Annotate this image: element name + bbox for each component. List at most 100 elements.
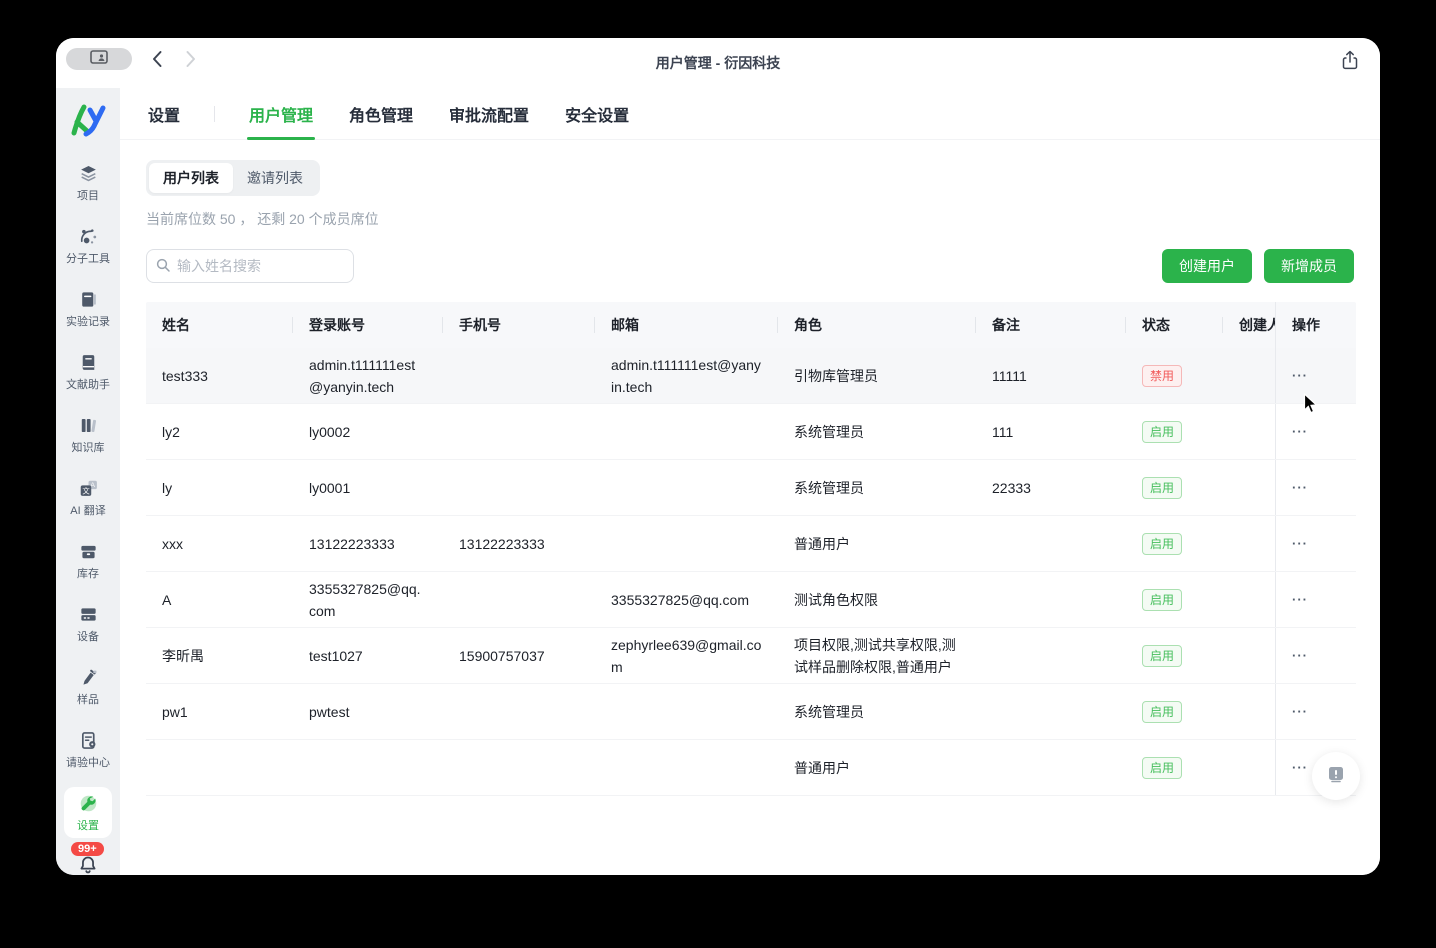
sidebar-item-inspection-center[interactable]: 请验中心 <box>60 730 116 770</box>
tab-角色管理[interactable]: 角色管理 <box>347 88 415 140</box>
cell-name: pw1 <box>146 701 293 723</box>
share-icon <box>1341 50 1359 75</box>
add-member-button[interactable]: 新增成员 <box>1264 249 1354 283</box>
row-actions-button[interactable]: ··· <box>1292 365 1308 387</box>
table-row[interactable]: ly2 ly0002 系统管理员 111 启用 ··· <box>146 404 1356 460</box>
library-icon <box>78 415 99 436</box>
window-user-icon <box>90 50 108 69</box>
cell-actions: ··· <box>1275 572 1356 627</box>
cell-name: A <box>146 589 293 611</box>
tab-switcher-pill[interactable] <box>66 48 132 70</box>
sample-icon <box>78 667 99 688</box>
sidebar-item-label: AI 翻译 <box>70 502 105 518</box>
row-actions-button[interactable]: ··· <box>1292 589 1308 611</box>
cell-actions: ··· <box>1275 404 1356 459</box>
bell-icon <box>77 863 99 875</box>
sidebar-item-inventory[interactable]: 库存 <box>60 541 116 581</box>
tab-安全设置[interactable]: 安全设置 <box>563 88 631 140</box>
tab-divider <box>214 106 215 122</box>
sidebar-item-experiment-records[interactable]: 实验记录 <box>60 289 116 329</box>
seats-summary: 当前席位数 50 ， 还剩 20 个成员席位 <box>146 209 1354 229</box>
cell-role: 系统管理员 <box>778 421 976 443</box>
sidebar-item-equipment[interactable]: 设备 <box>60 604 116 644</box>
sidebar-item-ai-translate[interactable]: A文 AI 翻译 <box>60 478 116 518</box>
cell-name: test333 <box>146 365 293 387</box>
sidebar-item-knowledge-base[interactable]: 知识库 <box>60 415 116 455</box>
yanyin-logo-icon[interactable] <box>68 102 108 140</box>
sidebar-item-samples[interactable]: 样品 <box>60 667 116 707</box>
tab-审批流配置[interactable]: 审批流配置 <box>447 88 531 140</box>
svg-text:文: 文 <box>82 486 90 495</box>
notification-badge: 99+ <box>71 842 104 856</box>
row-actions-button[interactable]: ··· <box>1292 757 1308 779</box>
forward-button[interactable] <box>178 46 204 72</box>
window-title: 用户管理 - 衍因科技 <box>56 53 1380 73</box>
cell-actions: ··· <box>1275 348 1356 403</box>
cell-phone: 13122223333 <box>443 533 595 555</box>
tab-settings[interactable]: 设置 <box>146 88 182 140</box>
cell-name: ly2 <box>146 421 293 443</box>
qc-icon <box>78 730 99 751</box>
row-actions-button[interactable]: ··· <box>1292 701 1308 723</box>
status-badge: 启用 <box>1142 533 1182 555</box>
cell-account: admin.t111111est@yanyin.tech <box>293 354 443 398</box>
cell-status: 启用 <box>1126 532 1223 555</box>
column-header: 操作 <box>1275 302 1356 348</box>
sidebar-item-settings[interactable]: 设置 <box>64 787 112 838</box>
settings-tabbar: 设置 用户管理 角色管理 审批流配置 安全设置 <box>120 88 1380 140</box>
cell-email: 3355327825@qq.com <box>595 589 778 611</box>
row-actions-button[interactable]: ··· <box>1292 533 1308 555</box>
create-user-button[interactable]: 创建用户 <box>1162 249 1252 283</box>
cell-name: xxx <box>146 533 293 555</box>
sidebar-item-literature-assistant[interactable]: 文献助手 <box>60 352 116 392</box>
molecule-icon <box>78 226 99 247</box>
cell-role: 普通用户 <box>778 757 976 779</box>
table-row[interactable]: xxx 13122223333 13122223333 普通用户 启用 ··· <box>146 516 1356 572</box>
subtab-邀请列表[interactable]: 邀请列表 <box>233 163 317 193</box>
cell-status: 启用 <box>1126 700 1223 723</box>
table-row[interactable]: 李昕禺 test1027 15900757037 zephyrlee639@gm… <box>146 628 1356 684</box>
titlebar: 用户管理 - 衍因科技 <box>56 38 1380 88</box>
back-button[interactable] <box>144 46 170 72</box>
table-row[interactable]: ly ly0001 系统管理员 22333 启用 ··· <box>146 460 1356 516</box>
table-row[interactable]: pw1 pwtest 系统管理员 启用 ··· <box>146 684 1356 740</box>
content: 用户列表邀请列表 当前席位数 50 ， 还剩 20 个成员席位 创建用户 新增成… <box>120 140 1380 875</box>
user-guide-button[interactable] <box>1312 752 1360 800</box>
cell-role: 项目权限,测试共享权限,测试样品删除权限,普通用户 <box>778 634 976 678</box>
search-input[interactable] <box>146 249 354 283</box>
user-table: 姓名登录账号手机号邮箱角色备注状态创建人操作 test333 admin.t11… <box>146 302 1356 796</box>
cell-account: pwtest <box>293 701 443 723</box>
tab-label: 设置 <box>148 102 180 126</box>
cell-account: 13122223333 <box>293 533 443 555</box>
translate-icon: A文 <box>78 478 99 499</box>
tab-用户管理[interactable]: 用户管理 <box>247 88 315 140</box>
cell-status: 启用 <box>1126 644 1223 667</box>
column-header: 姓名 <box>146 314 293 336</box>
cell-status: 启用 <box>1126 476 1223 499</box>
tab-label: 审批流配置 <box>449 102 529 126</box>
sidebar-item-label: 设备 <box>77 628 99 644</box>
status-badge: 启用 <box>1142 757 1182 779</box>
cell-actions: ··· <box>1275 516 1356 571</box>
inventory-icon <box>78 541 99 562</box>
table-row[interactable]: 普通用户 启用 ··· <box>146 740 1356 796</box>
row-actions-button[interactable]: ··· <box>1292 477 1308 499</box>
cell-account: ly0002 <box>293 421 443 443</box>
table-row[interactable]: A 3355327825@qq.com 3355327825@qq.com 测试… <box>146 572 1356 628</box>
notifications-button[interactable]: 99+ <box>77 854 99 875</box>
share-button[interactable] <box>1336 48 1364 76</box>
tab-label: 角色管理 <box>349 102 413 126</box>
row-actions-button[interactable]: ··· <box>1292 421 1308 443</box>
action-buttons: 创建用户 新增成员 <box>1162 249 1354 283</box>
layers-icon <box>78 163 99 184</box>
device-icon <box>78 604 99 625</box>
sidebar-item-projects[interactable]: 项目 <box>60 163 116 203</box>
table-row[interactable]: test333 admin.t111111est@yanyin.tech adm… <box>146 348 1356 404</box>
cell-phone: 15900757037 <box>443 645 595 667</box>
row-actions-button[interactable]: ··· <box>1292 645 1308 667</box>
column-header: 备注 <box>976 314 1126 336</box>
cell-role: 引物库管理员 <box>778 365 976 387</box>
manual-icon <box>1326 764 1346 789</box>
subtab-用户列表[interactable]: 用户列表 <box>149 163 233 193</box>
sidebar-item-molecule-tools[interactable]: 分子工具 <box>60 226 116 266</box>
